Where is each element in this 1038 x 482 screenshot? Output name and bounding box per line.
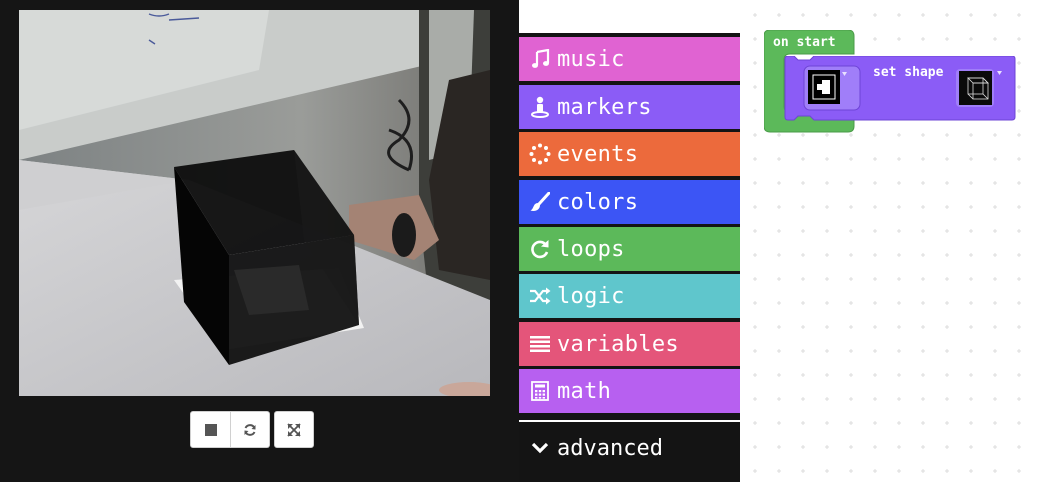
category-label: markers [557,94,652,120]
category-math[interactable]: math [519,369,740,413]
cube-icon [956,69,1002,107]
category-logic[interactable]: logic [519,274,740,318]
category-loops[interactable]: loops [519,227,740,271]
category-markers[interactable]: markers [519,85,740,129]
category-label: math [557,378,612,404]
category-label: variables [557,331,679,357]
category-variables[interactable]: variables [519,322,740,366]
category-label: events [557,141,639,167]
restart-icon [244,423,256,436]
simulator-panel [0,0,519,482]
list-icon [529,333,551,355]
set-shape-label: set shape [873,65,944,80]
events-icon [529,143,551,165]
shuffle-icon [529,285,551,307]
toolbox: music markers events colors loops logic [519,0,740,482]
category-label: advanced [557,435,663,461]
category-advanced[interactable]: advanced [519,420,740,474]
shape-dropdown[interactable] [956,68,1006,108]
category-label: loops [557,236,625,262]
loop-icon [529,238,551,260]
category-music[interactable]: music [519,37,740,81]
category-label: music [557,46,625,72]
marker-icon [529,96,551,118]
category-colors[interactable]: colors [519,180,740,224]
category-label: colors [557,189,639,215]
restart-button[interactable] [231,411,270,448]
stop-icon [204,423,217,436]
category-events[interactable]: events [519,132,740,176]
music-note-icon [529,48,551,70]
fullscreen-button[interactable] [274,411,314,448]
stop-button[interactable] [190,411,231,448]
blocks-workspace[interactable]: on start set shape [740,0,1038,482]
marker-pattern-icon [808,70,847,104]
simulator-controls [190,411,314,448]
marker-dropdown[interactable] [806,69,848,107]
toolbox-search-area [519,0,740,33]
camera-feed [19,10,490,396]
fullscreen-icon [287,422,301,437]
chevron-down-icon [529,437,551,459]
on-start-label: on start [773,35,836,50]
ar-scene-image [19,10,490,396]
paintbrush-icon [529,191,551,213]
category-label: logic [557,283,625,309]
calculator-icon [529,380,551,402]
